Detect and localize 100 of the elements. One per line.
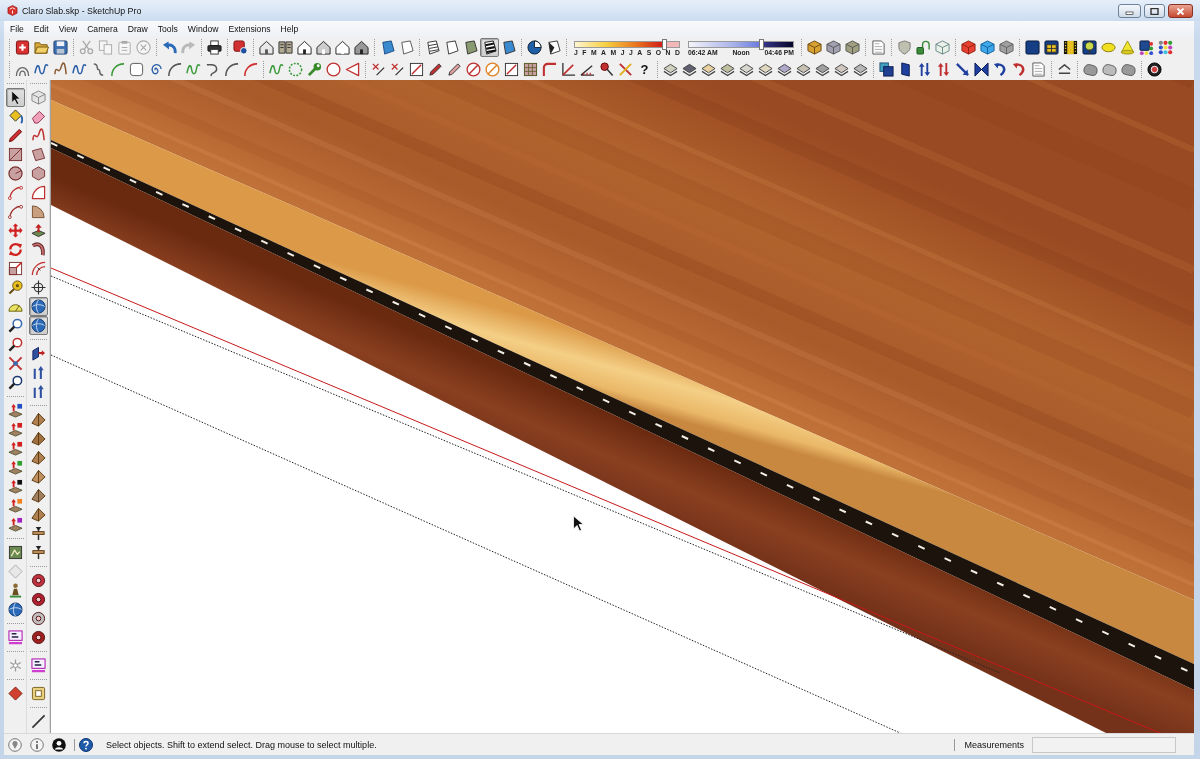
section-plane-icon <box>30 346 46 361</box>
time-slider[interactable] <box>688 41 794 48</box>
display-button[interactable] <box>28 656 48 675</box>
cube-button[interactable] <box>997 38 1016 57</box>
menu-item[interactable]: Edit <box>28 23 54 35</box>
rock-icon <box>1102 61 1117 77</box>
cone-icon <box>1120 40 1135 55</box>
cube-button[interactable] <box>824 38 843 57</box>
arc-button[interactable] <box>5 183 25 202</box>
slider-thumb[interactable] <box>662 39 668 50</box>
menu-item[interactable]: Window <box>182 23 224 35</box>
month-slider[interactable] <box>574 41 680 48</box>
house-button[interactable] <box>295 38 314 57</box>
crosshair-button[interactable] <box>28 278 48 297</box>
rounded-corner-icon <box>542 61 557 77</box>
square-dots-button[interactable] <box>1137 38 1156 57</box>
pyramid-button[interactable] <box>28 410 48 429</box>
cube-button[interactable] <box>805 38 824 57</box>
open-book-button[interactable] <box>276 38 295 57</box>
padlock-button[interactable] <box>914 38 933 57</box>
tile-badge-icon <box>233 40 248 55</box>
hexagon-icon <box>30 166 46 181</box>
quarter-disc-button[interactable] <box>525 38 544 57</box>
square-button[interactable] <box>1023 38 1042 57</box>
pyramid-button[interactable] <box>28 505 48 524</box>
circle-cross-icon <box>136 40 151 55</box>
menu-item[interactable]: Camera <box>82 23 123 35</box>
menu-item[interactable]: Draw <box>122 23 153 35</box>
house-button[interactable] <box>314 38 333 57</box>
scissors-icon <box>79 40 94 55</box>
pyramid-button[interactable] <box>28 467 48 486</box>
wavy-line-icon <box>34 61 49 77</box>
user-icon[interactable] <box>52 737 66 752</box>
minimize-button[interactable] <box>1118 4 1141 18</box>
pyramid-button[interactable] <box>28 486 48 505</box>
slashed-square-icon <box>504 61 519 77</box>
cube-button[interactable] <box>843 38 862 57</box>
slider-thumb[interactable] <box>758 39 764 50</box>
stacked-sheets-icon <box>663 61 678 77</box>
house-button[interactable] <box>352 38 371 57</box>
terrain-arrow-button[interactable] <box>5 401 25 420</box>
pushpin-button[interactable] <box>597 59 616 79</box>
globe-button[interactable] <box>5 600 25 619</box>
terrain-arrow-icon <box>7 422 23 437</box>
diagonal-arrow-icon <box>955 61 970 77</box>
menu-item[interactable]: View <box>53 23 83 35</box>
pyramid-button[interactable] <box>28 448 48 467</box>
help-icon[interactable] <box>79 737 93 752</box>
tree-button[interactable] <box>1080 38 1099 57</box>
globe-button[interactable] <box>28 316 48 335</box>
dot-grid-button[interactable] <box>1156 38 1175 57</box>
pyramid-icon <box>30 450 46 465</box>
wedge-icon <box>30 204 46 219</box>
cube-button[interactable] <box>959 38 978 57</box>
page-icon <box>1031 61 1046 77</box>
house-icon <box>259 40 274 55</box>
pin-circle-icon[interactable] <box>8 737 22 752</box>
document-plus-button[interactable] <box>13 38 32 57</box>
circle-button[interactable] <box>324 59 343 79</box>
maximize-button[interactable] <box>1144 4 1165 18</box>
pyramid-icon <box>30 488 46 503</box>
measurements-field[interactable] <box>1032 736 1176 753</box>
frame-icon <box>30 686 46 701</box>
film-strip-button[interactable] <box>1061 38 1080 57</box>
close-button[interactable] <box>1168 4 1193 18</box>
menu-item[interactable]: Help <box>275 23 304 35</box>
terrain-arrow-icon <box>7 460 23 475</box>
circle-radius-button[interactable] <box>5 164 25 183</box>
hourglass-button[interactable] <box>972 59 991 79</box>
panel-button[interactable] <box>1042 38 1061 57</box>
face-up-arrow-button[interactable] <box>28 221 48 240</box>
printer-button[interactable] <box>205 38 224 57</box>
asterisk-icon <box>7 658 23 673</box>
menu-item[interactable]: Tools <box>152 23 183 35</box>
floppy-disk-button[interactable] <box>51 38 70 57</box>
target-disc-button[interactable] <box>1145 59 1164 79</box>
display-button[interactable] <box>5 628 25 647</box>
arrow-cursor-button[interactable] <box>5 88 25 107</box>
question-mark-button[interactable]: ? <box>635 59 654 79</box>
terrain-arrow-button[interactable] <box>5 477 25 496</box>
striped-square-button[interactable] <box>480 38 499 57</box>
pyramid-button[interactable] <box>28 429 48 448</box>
magnifier-icon <box>7 375 23 390</box>
cube-button[interactable] <box>978 38 997 57</box>
info-icon[interactable] <box>30 737 44 752</box>
squiggle-icon <box>53 61 68 77</box>
overlapping-squares-button[interactable] <box>877 59 896 79</box>
menu-item[interactable]: Extensions <box>223 23 276 35</box>
diamond-button[interactable] <box>5 684 25 703</box>
globe-button[interactable] <box>28 297 48 316</box>
tile-badge-button[interactable] <box>231 38 250 57</box>
four-arrows-button[interactable] <box>5 221 25 240</box>
house-button[interactable] <box>257 38 276 57</box>
house-icon <box>354 40 369 55</box>
folder-icon <box>34 40 49 55</box>
quarter-disc-icon <box>527 40 542 55</box>
striped-square-icon <box>482 40 497 55</box>
menu-item[interactable]: File <box>5 23 29 35</box>
slashed-circle-button[interactable] <box>464 59 483 79</box>
arc-button[interactable] <box>5 202 25 221</box>
